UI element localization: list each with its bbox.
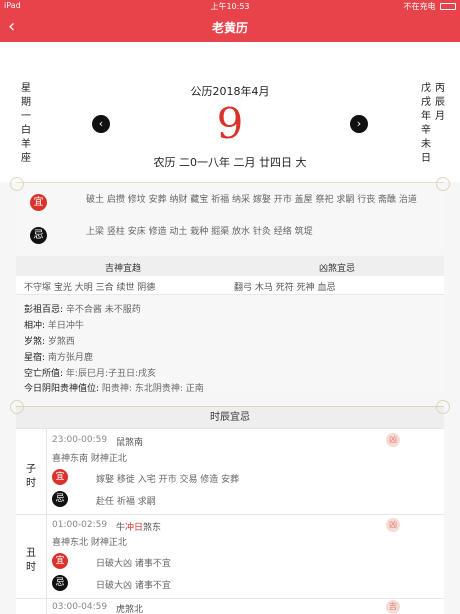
- battery-icon: [440, 3, 456, 10]
- divider: [46, 429, 47, 514]
- hour-block[interactable]: 子时 23:00-00:59 鼠煞南 凶 喜神东南 财神正北 宜 嫁娶 移徙 入…: [16, 428, 444, 514]
- hour-directions: 喜神东北 财神正北: [52, 538, 127, 548]
- good-gods-list: 不守塚 宝光 大明 三合 续世 阴德: [24, 283, 156, 293]
- ji-text: 上梁 竖柱 安床 修造 动土 栽种 掘渠 放水 针灸 经络 筑堤: [86, 227, 313, 237]
- nav-bar: ‹ 老黄历: [0, 13, 460, 42]
- divider: [46, 515, 47, 598]
- divider: [46, 599, 47, 614]
- gods-values: 不守塚 宝光 大明 三合 续世 阴德 翻弓 木马 死符 死神 血忌: [16, 276, 444, 294]
- lunar-date: 农历 二0一八年 二月 廿四日 大: [153, 156, 307, 169]
- info-row: 岁煞: 岁煞西: [24, 337, 75, 347]
- hour-block[interactable]: 03:00-04:59 虎煞北 吉: [16, 598, 444, 614]
- yi-badge: 宜: [52, 553, 68, 569]
- bad-gods-title: 凶煞宜忌: [318, 264, 355, 274]
- fortune-badge: 吉: [386, 600, 400, 614]
- hour-chong: 虎煞北: [116, 605, 144, 614]
- good-gods-title: 吉神宜趋: [104, 264, 141, 274]
- hour-chong: 牛冲日煞东: [116, 523, 162, 533]
- hour-yi-text: 日破大凶 诸事不宜: [96, 559, 171, 569]
- ornament-corner-icon: [10, 400, 24, 414]
- fortune-badge: 凶: [386, 433, 400, 447]
- info-row: 今日阴阳贵神值位: 阳贵神: 东北阴贵神: 正南: [24, 384, 204, 394]
- day-number: 9: [216, 99, 244, 148]
- info-panel: 彭祖百忌: 辛不合酱 未不服药 相冲: 羊日冲牛 岁煞: 岁煞西 星宿: 南方张…: [16, 294, 444, 394]
- hour-branch: 子时: [26, 464, 36, 489]
- battery-status: 不在充电: [403, 1, 456, 12]
- clock: 上午10:53: [210, 2, 250, 11]
- status-bar: iPad 上午10:53 不在充电: [0, 0, 460, 13]
- fortune-badge: 凶: [386, 518, 400, 532]
- hour-branch: 丑时: [26, 548, 36, 573]
- yi-text: 破土 启攒 修坟 安葬 纳财 藏宝 祈福 纳采 嫁娶 开市 盖屋 祭祀 求嗣 行…: [86, 195, 417, 205]
- yi-badge: 宜: [30, 194, 47, 211]
- hours-title: 时辰宜忌: [210, 412, 250, 423]
- hour-time: 01:00-02:59: [52, 520, 108, 530]
- ji-badge: 忌: [30, 227, 47, 244]
- next-day-button[interactable]: ›: [350, 115, 368, 133]
- bad-gods-list: 翻弓 木马 死符 死神 血忌: [234, 283, 336, 293]
- chevron-right-icon: ›: [356, 117, 362, 130]
- hour-time: 03:00-04:59: [52, 602, 108, 612]
- hour-ji-text: 日破大凶 诸事不宜: [96, 581, 171, 591]
- hour-directions: 喜神东南 财神正北: [52, 454, 127, 464]
- info-row: 彭祖百忌: 辛不合酱 未不服药: [24, 305, 141, 315]
- yi-badge: 宜: [52, 469, 68, 485]
- hour-yi-text: 嫁娶 移徙 入宅 开市 交易 修造 安葬: [96, 475, 240, 485]
- hours-section-header: 时辰宜忌: [10, 400, 450, 428]
- info-row: 空亡所值: 年:辰巳月:子丑日:戌亥: [24, 369, 157, 379]
- hour-block[interactable]: 丑时 01:00-02:59 牛冲日煞东 凶 喜神东北 财神正北 宜 日破大凶 …: [16, 514, 444, 598]
- solar-month: 公历2018年4月: [190, 85, 270, 98]
- ji-badge: 忌: [52, 575, 68, 591]
- info-row: 星宿: 南方张月鹿: [24, 353, 93, 363]
- gods-header: 吉神宜趋 凶煞宜忌: [16, 256, 444, 276]
- ornament-corner-icon: [436, 400, 450, 414]
- ji-badge: 忌: [52, 491, 68, 507]
- charging-label: 不在充电: [403, 2, 436, 11]
- hour-chong: 鼠煞南: [116, 438, 144, 448]
- hour-ji-text: 赴任 祈福 求嗣: [96, 497, 156, 507]
- ornament-corner-icon: [436, 177, 450, 191]
- page-title: 老黄历: [211, 21, 248, 35]
- info-row: 相冲: 羊日冲牛: [24, 321, 84, 331]
- yi-ji-panel: 宜 破土 启攒 修坟 安葬 纳财 藏宝 祈福 纳采 嫁娶 开市 盖屋 祭祀 求嗣…: [10, 177, 450, 254]
- ornament-corner-icon: [10, 177, 24, 191]
- date-panel: 星期一白羊座 戊戌年辛未日 丙辰月 公历2018年4月 ‹ 9 › 农历 二0一…: [0, 42, 460, 182]
- hour-time: 23:00-00:59: [52, 435, 108, 445]
